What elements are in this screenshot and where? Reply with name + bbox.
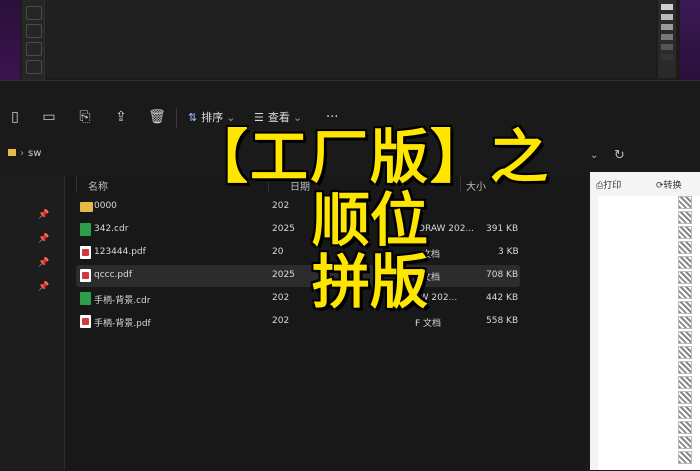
editor-canvas[interactable] xyxy=(46,0,656,78)
file-name: 123444.pdf xyxy=(94,247,146,257)
file-name: 0000 xyxy=(94,201,117,211)
column-header-name[interactable]: 名称 xyxy=(88,178,108,193)
file-size: 558 KB xyxy=(486,316,519,326)
page-thumbnail[interactable] xyxy=(678,316,692,329)
delete-icon[interactable]: 🗑 xyxy=(148,108,166,126)
pdf-file-icon xyxy=(80,269,91,282)
file-row[interactable]: 手柄-背景.pdf 202 F 文档 558 KB xyxy=(76,311,520,333)
page-thumbnail[interactable] xyxy=(678,271,692,284)
overlay-title-line-2: 顺位 xyxy=(311,186,428,254)
file-name: 342.cdr xyxy=(94,224,129,234)
page-thumbnail[interactable] xyxy=(678,226,692,239)
editor-tool-icon[interactable] xyxy=(26,24,42,38)
navigation-pane: 📌 📌 📌 📌 xyxy=(0,176,65,470)
page-thumbnail[interactable] xyxy=(678,451,692,464)
file-name: qccc.pdf xyxy=(94,270,133,280)
rename-icon[interactable]: ⎘ xyxy=(76,108,94,126)
editor-tool-icon[interactable] xyxy=(26,42,42,56)
copy-icon[interactable]: ▯ xyxy=(6,108,24,126)
page-thumbnail[interactable] xyxy=(678,421,692,434)
convert-label: 转换 xyxy=(663,181,682,191)
paste-icon[interactable]: ▭ xyxy=(40,108,58,126)
page-thumbnail[interactable] xyxy=(678,211,692,224)
overlay-title-line-3: 拼版 xyxy=(311,248,428,316)
pin-icon[interactable]: 📌 xyxy=(38,210,49,220)
folder-icon xyxy=(8,149,16,156)
share-icon[interactable]: ⇪ xyxy=(112,108,130,126)
video-title-overlay: 【工厂版】之 顺位 拼版 xyxy=(150,125,590,313)
page-thumbnail[interactable] xyxy=(678,256,692,269)
overlay-title-line-1: 【工厂版】之 xyxy=(189,123,550,191)
page-thumbnail[interactable] xyxy=(678,436,692,449)
page-thumbnail[interactable] xyxy=(678,391,692,404)
folder-icon xyxy=(80,202,93,212)
cdr-file-icon xyxy=(80,292,91,305)
pin-icon[interactable]: 📌 xyxy=(38,282,49,292)
cdr-file-icon xyxy=(80,223,91,236)
page-thumbnail[interactable] xyxy=(678,196,692,209)
pdf-file-icon xyxy=(80,246,91,259)
page-thumbnail[interactable] xyxy=(678,301,692,314)
column-divider xyxy=(76,176,77,192)
color-swatch[interactable] xyxy=(661,34,673,40)
editor-toolbox xyxy=(22,0,45,80)
chevron-down-icon[interactable]: ⌄ xyxy=(590,146,604,166)
file-type: F 文档 xyxy=(415,319,442,329)
editor-tool-icon[interactable] xyxy=(26,6,42,20)
page-thumbnail[interactable] xyxy=(678,376,692,389)
pin-icon[interactable]: 📌 xyxy=(38,234,49,244)
color-swatch[interactable] xyxy=(661,54,673,60)
color-swatch[interactable] xyxy=(661,14,673,20)
convert-icon: ⟳ xyxy=(656,181,664,191)
editor-tool-icon[interactable] xyxy=(26,60,42,74)
breadcrumb[interactable]: › sw xyxy=(8,148,41,159)
page-thumbnail[interactable] xyxy=(678,346,692,359)
print-button[interactable]: ⎙打印 xyxy=(596,178,621,191)
color-swatch[interactable] xyxy=(661,24,673,30)
color-swatch[interactable] xyxy=(661,4,673,10)
page-thumbnail[interactable] xyxy=(678,241,692,254)
refresh-icon[interactable]: ↻ xyxy=(614,146,630,166)
pdf-file-icon xyxy=(80,315,91,328)
color-swatch[interactable] xyxy=(661,44,673,50)
color-palette xyxy=(658,0,676,78)
page-thumbnail[interactable] xyxy=(678,286,692,299)
page-thumbnail[interactable] xyxy=(678,331,692,344)
thumbnail-strip xyxy=(678,196,692,470)
convert-button[interactable]: ⟳转换 xyxy=(656,178,682,191)
breadcrumb-folder[interactable]: sw xyxy=(28,148,41,159)
print-label: 打印 xyxy=(603,181,622,191)
page-thumbnail[interactable] xyxy=(678,361,692,374)
desktop-wallpaper-left xyxy=(0,0,20,80)
chevron-right-icon: › xyxy=(20,148,24,159)
pin-icon[interactable]: 📌 xyxy=(38,258,49,268)
file-date: 202 xyxy=(272,316,290,326)
desktop-wallpaper-right xyxy=(680,0,700,80)
file-name: 手柄-背景.pdf xyxy=(94,319,151,329)
file-name: 手柄-背景.cdr xyxy=(94,296,151,306)
page-thumbnail[interactable] xyxy=(678,406,692,419)
